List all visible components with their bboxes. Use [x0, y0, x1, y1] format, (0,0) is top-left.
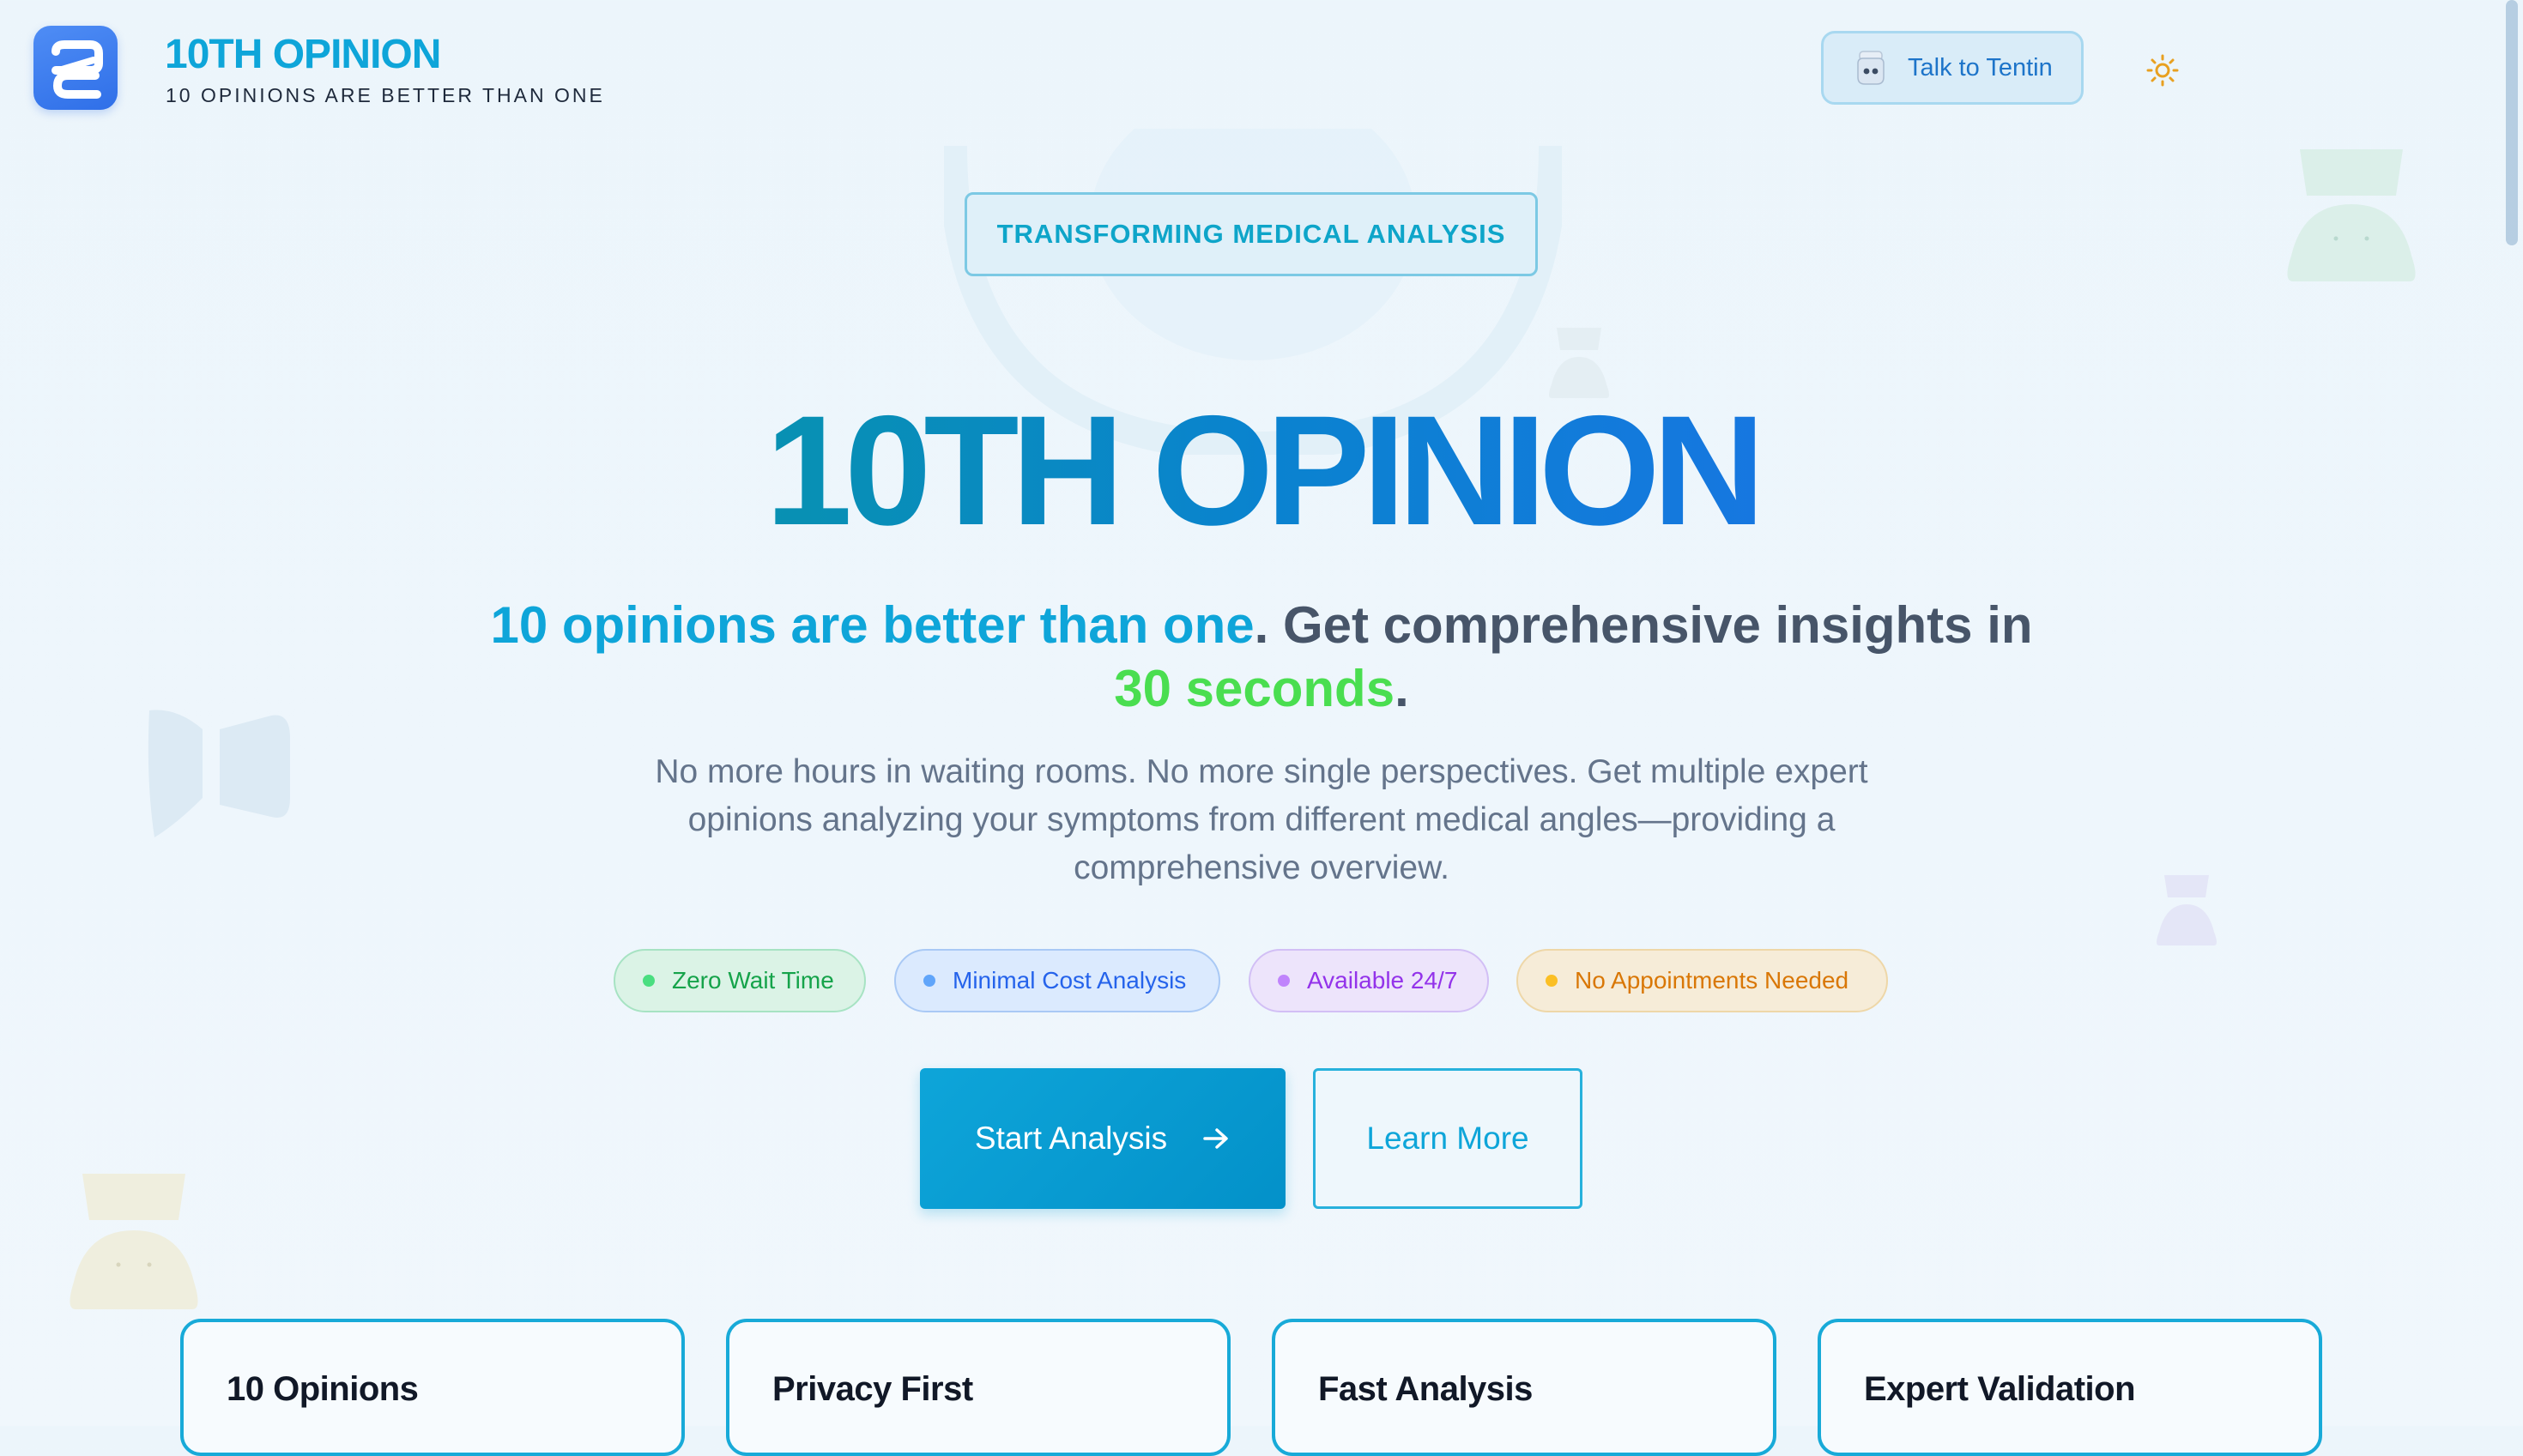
tagline-time: 30 seconds	[1114, 660, 1395, 717]
chip-label: Zero Wait Time	[672, 967, 834, 994]
status-dot	[923, 975, 935, 987]
brand-subtitle: 10 OPINIONS ARE BETTER THAN ONE	[166, 84, 605, 106]
hero-description: No more hours in waiting rooms. No more …	[618, 748, 1905, 892]
feature-chip-available: Available 24/7	[1249, 949, 1489, 1012]
card-title: Fast Analysis	[1318, 1370, 1533, 1408]
card-title: Privacy First	[772, 1370, 973, 1408]
mascot-decoration-icon	[70, 1174, 198, 1309]
chip-label: Available 24/7	[1307, 967, 1458, 994]
speaker-decoration-icon	[148, 710, 290, 837]
status-dot	[1546, 975, 1558, 987]
logo-icon	[51, 40, 103, 99]
card-title: 10 Opinions	[227, 1370, 419, 1408]
description-line: comprehensive overview.	[1074, 849, 1449, 886]
mascot-decoration-icon	[2287, 149, 2416, 281]
talk-to-tentin-button[interactable]: Talk to Tentin	[1821, 31, 2084, 105]
feature-card-expert-validation[interactable]: Expert Validation	[1818, 1319, 2322, 1456]
start-analysis-button[interactable]: Start Analysis	[920, 1068, 1286, 1209]
start-analysis-label: Start Analysis	[974, 1121, 1168, 1156]
hero-title: 10TH OPINION	[765, 383, 1765, 558]
mascot-decoration-icon	[2157, 875, 2217, 945]
tag-pill: TRANSFORMING MEDICAL ANALYSIS	[965, 192, 1538, 276]
talk-button-label: Talk to Tentin	[1908, 53, 2053, 82]
description-line: No more hours in waiting rooms. No more …	[655, 753, 1868, 790]
description-line: opinions analyzing your symptoms from di…	[687, 801, 1836, 838]
page-scrollbar[interactable]	[2506, 0, 2518, 245]
learn-more-button[interactable]: Learn More	[1313, 1068, 1582, 1209]
status-dot	[1278, 975, 1290, 987]
feature-chip-no-appointments: No Appointments Needed	[1516, 949, 1888, 1012]
sun-icon[interactable]	[2145, 53, 2180, 88]
tagline-end: .	[1395, 660, 1409, 717]
feature-chip-minimal-cost: Minimal Cost Analysis	[894, 949, 1220, 1012]
feature-card-privacy-first[interactable]: Privacy First	[726, 1319, 1231, 1456]
tagline-line-2: 30 seconds.	[0, 659, 2523, 718]
chip-label: Minimal Cost Analysis	[953, 967, 1187, 994]
tagline-rest: . Get comprehensive insights in	[1254, 596, 2033, 654]
brand-logo[interactable]	[33, 26, 118, 110]
chip-label: No Appointments Needed	[1575, 967, 1849, 994]
feature-card-10-opinions[interactable]: 10 Opinions	[180, 1319, 685, 1456]
feature-card-fast-analysis[interactable]: Fast Analysis	[1272, 1319, 1776, 1456]
tagline-line-1: 10 opinions are better than one. Get com…	[0, 595, 2523, 655]
arrow-right-icon	[1203, 1128, 1228, 1149]
feature-chip-zero-wait: Zero Wait Time	[614, 949, 866, 1012]
learn-more-label: Learn More	[1366, 1121, 1529, 1156]
card-title: Expert Validation	[1864, 1370, 2136, 1408]
robot-avatar-icon	[1857, 51, 1885, 85]
tagline-highlight: 10 opinions are better than one	[490, 596, 1255, 654]
status-dot	[643, 975, 655, 987]
brand-title[interactable]: 10TH OPINION	[165, 31, 441, 78]
